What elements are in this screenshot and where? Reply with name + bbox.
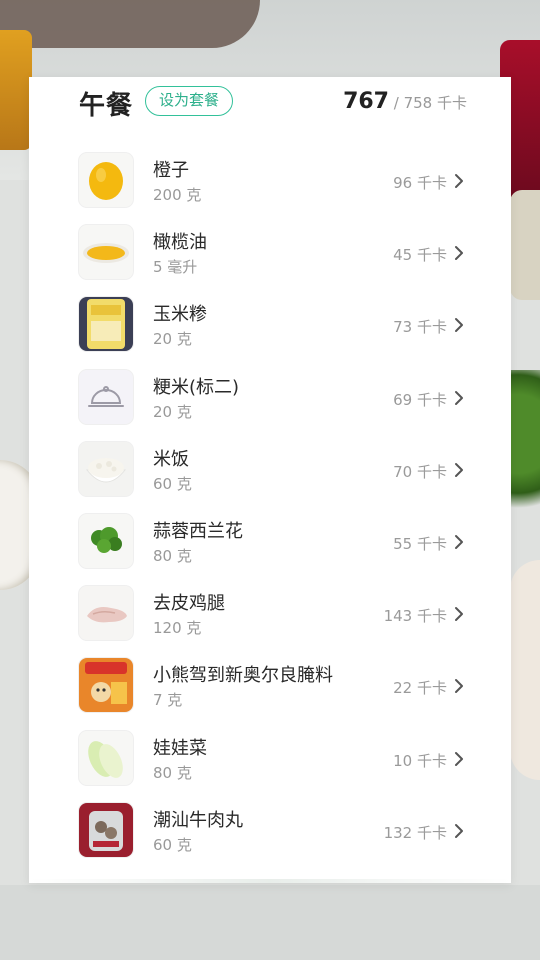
background-chair — [0, 0, 260, 48]
food-calories: 22 千卡 — [393, 679, 447, 698]
background-mug — [510, 190, 540, 300]
chevron-right-icon — [455, 823, 463, 838]
food-row-beef-balls[interactable]: 潮汕牛肉丸 60 克 132 千卡 — [29, 799, 511, 871]
food-name: 橙子 — [153, 160, 189, 181]
marinade-package — [79, 658, 133, 713]
orange-photo — [79, 153, 133, 207]
food-calories: 10 千卡 — [393, 751, 447, 770]
food-row-japonica-rice[interactable]: 粳米(标二) 20 克 69 千卡 — [29, 366, 511, 438]
food-amount: 120 克 — [153, 619, 202, 638]
food-calories: 45 千卡 — [393, 246, 447, 265]
food-list: 橙子 200 克 96 千卡 橄榄油 5 毫升 45 千卡 玉米糁 20 克 7… — [29, 149, 511, 871]
food-row-olive-oil[interactable]: 橄榄油 5 毫升 45 千卡 — [29, 221, 511, 293]
calories-target: / 758 千卡 — [389, 94, 467, 112]
food-amount: 20 克 — [153, 330, 192, 349]
set-as-combo-button[interactable]: 设为套餐 — [145, 86, 234, 116]
chevron-right-icon — [455, 390, 463, 405]
background-broccoli — [508, 370, 540, 530]
food-calories: 70 千卡 — [393, 462, 447, 481]
chevron-right-icon — [455, 607, 463, 622]
food-name: 小熊驾到新奥尔良腌料 — [153, 665, 333, 687]
food-name: 去皮鸡腿 — [153, 593, 225, 615]
food-row-marinade[interactable]: 小熊驾到新奥尔良腌料 7 克 22 千卡 — [29, 654, 511, 726]
background-bowl — [510, 560, 540, 780]
food-amount: 80 克 — [153, 546, 192, 565]
food-amount: 60 克 — [153, 835, 192, 854]
food-name: 橄榄油 — [153, 232, 207, 254]
chevron-right-icon — [455, 751, 463, 766]
chevron-right-icon — [455, 534, 463, 549]
chevron-right-icon — [455, 318, 463, 333]
food-amount: 5 毫升 — [153, 258, 198, 277]
food-amount: 200 克 — [153, 186, 202, 204]
chevron-right-icon — [455, 462, 463, 477]
food-name: 潮汕牛肉丸 — [153, 809, 243, 831]
calories-consumed: 767 — [343, 89, 389, 114]
food-amount: 7 克 — [153, 691, 183, 710]
food-name: 娃娃菜 — [153, 737, 207, 759]
calorie-total: 767 / 758 千卡 — [343, 89, 467, 114]
food-cloche-placeholder-icon — [79, 369, 133, 424]
food-name: 粳米(标二) — [153, 376, 240, 398]
food-name: 玉米糁 — [153, 304, 207, 326]
broccoli-photo — [79, 513, 133, 568]
background-table — [0, 885, 540, 960]
food-calories: 69 千卡 — [393, 390, 447, 409]
meal-card: 午餐 设为套餐 767 / 758 千卡 橙子 200 克 96 千卡 橄榄油 … — [29, 77, 511, 883]
food-row-baby-cabbage[interactable]: 娃娃菜 80 克 10 千卡 — [29, 727, 511, 799]
food-row-cooked-rice[interactable]: 米饭 60 克 70 千卡 — [29, 438, 511, 510]
food-calories: 96 千卡 — [393, 174, 447, 192]
food-row-corn-grits[interactable]: 玉米糁 20 克 73 千卡 — [29, 293, 511, 365]
food-amount: 60 克 — [153, 474, 192, 493]
food-row-orange[interactable]: 橙子 200 克 96 千卡 — [29, 149, 511, 221]
food-amount: 80 克 — [153, 763, 192, 782]
chicken-leg-photo — [79, 586, 133, 641]
background-jar — [0, 30, 32, 150]
food-calories: 143 千卡 — [383, 607, 447, 626]
chevron-right-icon — [455, 174, 463, 188]
food-calories: 73 千卡 — [393, 318, 447, 337]
meal-header: 午餐 设为套餐 767 / 758 千卡 — [29, 77, 511, 137]
corn-grits-package — [79, 297, 133, 352]
chevron-right-icon — [455, 246, 463, 261]
food-calories: 132 千卡 — [383, 823, 447, 842]
food-row-garlic-broccoli[interactable]: 蒜蓉西兰花 80 克 55 千卡 — [29, 510, 511, 582]
food-amount: 20 克 — [153, 402, 192, 421]
chevron-right-icon — [455, 679, 463, 694]
meal-title: 午餐 — [79, 91, 134, 121]
olive-oil-photo — [79, 225, 133, 280]
baby-cabbage-photo — [79, 730, 133, 785]
food-calories: 55 千卡 — [393, 534, 447, 553]
beef-ball-package — [79, 802, 133, 857]
rice-bowl-photo — [79, 441, 133, 496]
food-name: 蒜蓉西兰花 — [153, 520, 243, 542]
food-row-skinless-chicken-leg[interactable]: 去皮鸡腿 120 克 143 千卡 — [29, 582, 511, 654]
food-name: 米饭 — [153, 448, 189, 470]
